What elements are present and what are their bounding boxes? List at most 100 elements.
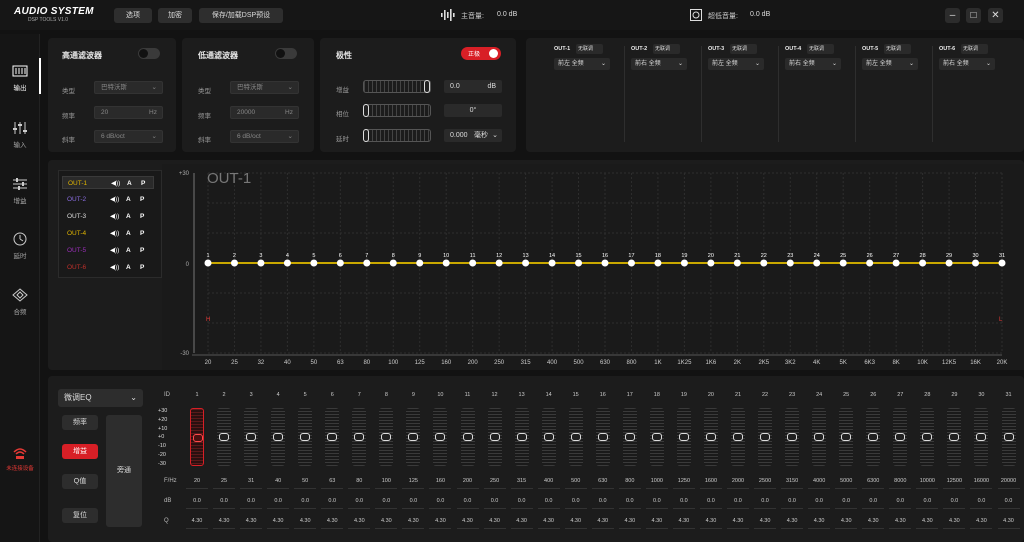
band-gain-slider[interactable] — [217, 408, 232, 466]
band-gain-slider[interactable] — [379, 408, 394, 466]
band-db[interactable]: 0.0 — [214, 498, 234, 504]
band-db[interactable]: 0.0 — [376, 498, 396, 504]
band-q[interactable]: 4.30 — [999, 518, 1019, 524]
band-slider-thumb[interactable] — [570, 433, 581, 441]
band-db[interactable]: 0.0 — [836, 498, 856, 504]
band-gain-slider[interactable] — [622, 408, 637, 466]
band-gain-slider[interactable] — [676, 408, 691, 466]
band-db[interactable]: 0.0 — [241, 498, 261, 504]
channel-a-button[interactable]: A — [126, 210, 131, 223]
speaker-icon[interactable]: ◀)) — [110, 193, 119, 206]
speaker-icon[interactable]: ◀)) — [111, 177, 120, 190]
band-q[interactable]: 4.30 — [187, 518, 207, 524]
band-db[interactable]: 0.0 — [268, 498, 288, 504]
band-q[interactable]: 4.30 — [944, 518, 964, 524]
frequency-button[interactable]: 频率 — [62, 415, 98, 430]
output-position-select[interactable]: 前右 全频 ⌄ — [631, 58, 687, 70]
band-q[interactable]: 4.30 — [268, 518, 288, 524]
band-gain-slider[interactable] — [785, 408, 800, 466]
band-slider-thumb[interactable] — [516, 433, 527, 441]
band-db[interactable]: 0.0 — [647, 498, 667, 504]
speaker-icon[interactable]: ◀)) — [110, 261, 119, 274]
minimize-icon[interactable]: – — [945, 8, 960, 23]
band-q[interactable]: 4.30 — [863, 518, 883, 524]
band-slider-thumb[interactable] — [327, 433, 338, 441]
band-frequency[interactable]: 160 — [430, 478, 450, 484]
band-db[interactable]: 0.0 — [349, 498, 369, 504]
gain-slider[interactable] — [363, 80, 431, 93]
band-slider-thumb[interactable] — [1003, 433, 1014, 441]
close-icon[interactable]: ✕ — [988, 8, 1003, 23]
channel-a-button[interactable]: A — [126, 244, 131, 257]
band-frequency[interactable]: 31 — [241, 478, 261, 484]
band-frequency[interactable]: 4000 — [809, 478, 829, 484]
band-q[interactable]: 4.30 — [485, 518, 505, 524]
band-q[interactable]: 4.30 — [241, 518, 261, 524]
band-slider-thumb[interactable] — [787, 433, 798, 441]
speaker-icon[interactable]: ◀)) — [110, 244, 119, 257]
band-db[interactable]: 0.0 — [782, 498, 802, 504]
band-gain-slider[interactable] — [271, 408, 286, 466]
options-button[interactable]: 选项 — [114, 8, 152, 23]
output-position-select[interactable]: 前右 全频 ⌄ — [785, 58, 841, 70]
band-frequency[interactable]: 125 — [403, 478, 423, 484]
channel-p-button[interactable]: P — [140, 210, 144, 223]
band-slider-thumb[interactable] — [733, 433, 743, 441]
band-db[interactable]: 0.0 — [944, 498, 964, 504]
band-q[interactable]: 4.30 — [593, 518, 613, 524]
band-db[interactable]: 0.0 — [539, 498, 559, 504]
band-gain-slider[interactable] — [541, 408, 556, 466]
band-slider-thumb[interactable] — [489, 433, 500, 441]
band-q[interactable]: 4.30 — [566, 518, 586, 524]
band-q[interactable]: 4.30 — [809, 518, 829, 524]
band-slider-thumb[interactable] — [543, 433, 554, 441]
band-slider-thumb[interactable] — [462, 433, 473, 441]
band-slider-thumb[interactable] — [678, 433, 689, 441]
band-gain-slider[interactable] — [460, 408, 475, 466]
phase-input[interactable]: 0° — [444, 104, 502, 117]
output-link-select[interactable]: 无联调 — [961, 44, 988, 54]
speaker-icon[interactable]: ◀)) — [110, 210, 119, 223]
highpass-toggle[interactable] — [138, 48, 160, 59]
band-frequency[interactable]: 6300 — [863, 478, 883, 484]
channel-a-button[interactable]: A — [126, 193, 131, 206]
bypass-button[interactable]: 旁通 — [106, 415, 142, 527]
gain-button[interactable]: 增益 — [62, 444, 98, 459]
maximize-icon[interactable]: □ — [966, 8, 981, 23]
band-q[interactable]: 4.30 — [214, 518, 234, 524]
save-load-preset-button[interactable]: 保存/加载DSP预设 — [199, 8, 283, 23]
q-value-button[interactable]: Q值 — [62, 474, 98, 489]
band-q[interactable]: 4.30 — [458, 518, 478, 524]
highpass-freq-input[interactable]: 20 Hz — [94, 106, 163, 119]
output-position-select[interactable]: 前左 全频 ⌄ — [862, 58, 918, 70]
band-frequency[interactable]: 80 — [349, 478, 369, 484]
channel-p-button[interactable]: P — [140, 227, 144, 240]
band-gain-slider[interactable] — [731, 408, 745, 466]
band-frequency[interactable]: 1600 — [701, 478, 721, 484]
gain-input[interactable]: 0.0 dB — [444, 80, 502, 93]
channel-a-button[interactable]: A — [126, 227, 131, 240]
channel-row[interactable]: OUT-2 ◀)) A P — [62, 193, 154, 206]
output-position-select[interactable]: 前左 全频 ⌄ — [554, 58, 610, 70]
band-db[interactable]: 0.0 — [403, 498, 423, 504]
band-slider-thumb[interactable] — [895, 433, 906, 441]
band-slider-thumb[interactable] — [624, 433, 635, 441]
band-db[interactable]: 0.0 — [593, 498, 613, 504]
band-frequency[interactable]: 12500 — [944, 478, 964, 484]
band-gain-slider[interactable] — [947, 408, 962, 466]
sidebar-item-input[interactable]: 输入 — [0, 117, 40, 157]
band-q[interactable]: 4.30 — [620, 518, 640, 524]
band-frequency[interactable]: 400 — [539, 478, 559, 484]
band-db[interactable]: 0.0 — [890, 498, 910, 504]
sidebar-item-delay[interactable]: 延时 — [0, 228, 40, 268]
band-frequency[interactable]: 1000 — [647, 478, 667, 484]
band-frequency[interactable]: 40 — [268, 478, 288, 484]
band-q[interactable]: 4.30 — [782, 518, 802, 524]
band-db[interactable]: 0.0 — [566, 498, 586, 504]
highpass-marker[interactable]: H — [206, 317, 210, 323]
band-frequency[interactable]: 5000 — [836, 478, 856, 484]
lowpass-freq-input[interactable]: 20000 Hz — [230, 106, 299, 119]
band-db[interactable]: 0.0 — [701, 498, 721, 504]
band-frequency[interactable]: 315 — [512, 478, 532, 484]
output-link-select[interactable]: 无联调 — [576, 44, 603, 54]
